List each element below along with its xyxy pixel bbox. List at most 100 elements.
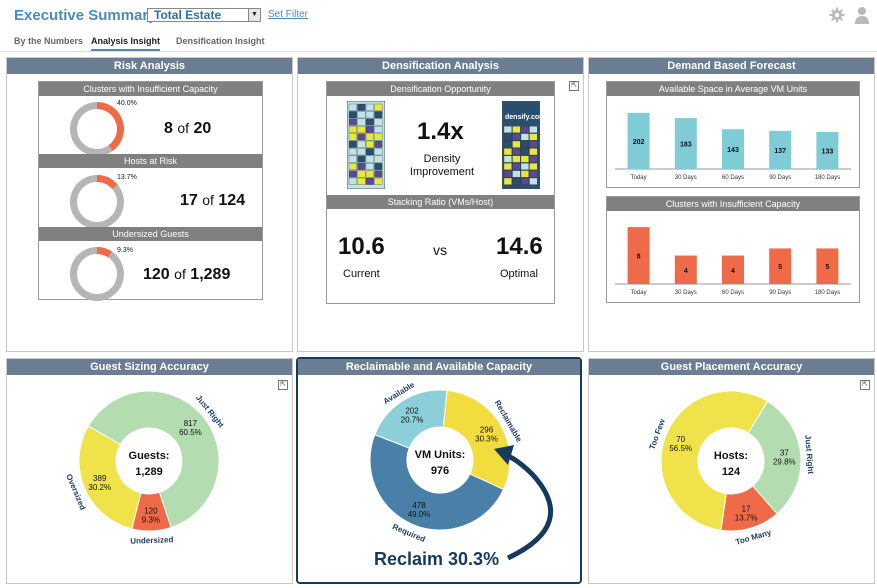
rack-cell: [503, 170, 512, 178]
rack-cell: [503, 148, 512, 156]
reclaimable-title: Reclaimable and Available Capacity: [298, 359, 580, 375]
rack-cell: [365, 140, 374, 148]
rack-cell: [520, 155, 529, 163]
rack-cell: [520, 163, 529, 170]
current-ratio-value: 10.6: [338, 233, 385, 260]
tick-label: 60 Days: [722, 290, 744, 296]
risk-sub-undersized: Undersized Guests: [39, 227, 262, 241]
current-rack-graphic: [347, 101, 385, 189]
rack-cell: [348, 103, 357, 111]
rack-cell: [357, 170, 366, 178]
guest-sizing-donut: 81760.5%Just Right1209.3%Undersized38930…: [64, 390, 226, 546]
rack-cell: [512, 133, 521, 141]
slice-pct-label: 56.5%: [669, 444, 692, 453]
tick-label: Today: [631, 290, 647, 296]
bar-value-label: 202: [633, 139, 645, 146]
header: Executive Summary for Total Estate ▼ Set…: [0, 0, 877, 32]
slice-name-label: Just Right: [803, 435, 815, 475]
available-space-box: Available Space in Average VM Units 202 T…: [606, 81, 860, 188]
tick-label: 180 Days: [815, 290, 840, 296]
undersized-risk-total: 1,289: [190, 266, 231, 283]
rack-cell: [520, 148, 529, 156]
density-label-line1: Density: [423, 153, 461, 165]
clusters-risk-count: 8: [164, 120, 173, 137]
rack-cell: [529, 163, 538, 170]
rack-cell: [348, 155, 357, 163]
hosts-risk-ring: [70, 175, 125, 229]
of-label: of: [177, 120, 190, 136]
rack-cell: [529, 170, 538, 178]
bar-value-label: 4: [731, 268, 735, 275]
rack-cell: [357, 133, 366, 141]
reclaim-callout: Reclaim 30.3%: [374, 549, 500, 569]
clusters-risk-ring: [70, 102, 125, 156]
rack-cell: [512, 126, 521, 133]
donut-center-value: 976: [431, 465, 449, 477]
slice-pct-label: 29.8%: [773, 458, 796, 467]
rack-cell: [348, 140, 357, 148]
ring-fill: [97, 102, 124, 151]
guest-placement-title: Guest Placement Accuracy: [589, 359, 874, 375]
tick-label: 90 Days: [769, 175, 791, 181]
optimal-ratio-label: Optimal: [500, 268, 538, 280]
rack-cell: [520, 170, 529, 178]
estate-selector[interactable]: Total Estate ▼: [147, 8, 261, 22]
rack-cell: [529, 133, 538, 141]
donut-center-value: 1,289: [135, 466, 163, 478]
reclaimable-panel: Reclaimable and Available Capacity 296 30…: [296, 357, 582, 584]
bar-value-label: 5: [778, 264, 782, 271]
rack-cell: [365, 170, 374, 178]
rack-cell: [529, 140, 538, 148]
rack-cell: [503, 140, 512, 148]
ring-track: [70, 247, 125, 301]
rack-cell: [348, 148, 357, 156]
slice-pct-label: 20.7%: [401, 415, 424, 424]
risk-metrics-box: Clusters with Insufficient Capacity 40.0…: [38, 81, 263, 301]
bar-value-label: 143: [727, 147, 739, 154]
rack-cell: [365, 118, 374, 126]
clusters-risk-total: 20: [193, 120, 212, 137]
rack-cell: [374, 111, 383, 119]
rack-cell: [357, 103, 366, 111]
donut-center-label: Hosts:: [714, 450, 748, 462]
densification-box: Densification Opportunity densify.com 1.…: [326, 81, 555, 304]
rack-cell: [520, 126, 529, 133]
bar-value-label: 137: [774, 148, 786, 155]
slice-pct-label: 30.3%: [475, 435, 498, 444]
rack-cell: [529, 155, 538, 163]
tab-bar: By the Numbers Analysis Insight Densific…: [0, 32, 877, 52]
expand-icon[interactable]: ⇱: [569, 81, 579, 91]
rack-cell: [520, 177, 529, 185]
ring-fill: [97, 175, 118, 189]
rack-cell: [365, 126, 374, 133]
rack-cell: [357, 111, 366, 119]
hosts-risk-total: 124: [218, 192, 246, 209]
tab-densification-insight[interactable]: Densification Insight: [176, 36, 265, 46]
rack-cell: [357, 118, 366, 126]
rack-cell: [374, 126, 383, 133]
rack-cell: [529, 126, 538, 133]
tab-analysis-insight[interactable]: Analysis Insight: [91, 36, 161, 51]
rack-cell: [365, 103, 374, 111]
rack-cell: [503, 133, 512, 141]
slice-value-label: 37: [780, 449, 789, 458]
rack-cell: [365, 133, 374, 141]
tick-label: 90 Days: [769, 290, 791, 296]
rack-cell: [512, 163, 521, 170]
guest-sizing-panel: Guest Sizing Accuracy ⇱ 817 60.5% Just Rig…: [6, 358, 293, 584]
clusters-forecast-box: Clusters with Insufficient Capacity 8 Tod…: [606, 196, 860, 303]
bar-value-label: 5: [825, 264, 829, 271]
tab-by-the-numbers[interactable]: By the Numbers: [14, 36, 83, 46]
rack-cell: [365, 177, 374, 185]
gear-icon[interactable]: [829, 7, 845, 23]
rack-cell: [357, 140, 366, 148]
undersized-risk-count: 120: [143, 266, 170, 283]
chevron-down-icon[interactable]: ▼: [248, 9, 260, 21]
user-icon[interactable]: [854, 6, 870, 24]
rack-cell: [357, 148, 366, 156]
rack-cell: [348, 170, 357, 178]
clusters-forecast-title: Clusters with Insufficient Capacity: [607, 197, 859, 211]
set-filter-link[interactable]: Set Filter: [268, 9, 308, 20]
clusters-risk-pct: 40.0%: [117, 100, 137, 107]
callout-arrow: [504, 452, 554, 561]
